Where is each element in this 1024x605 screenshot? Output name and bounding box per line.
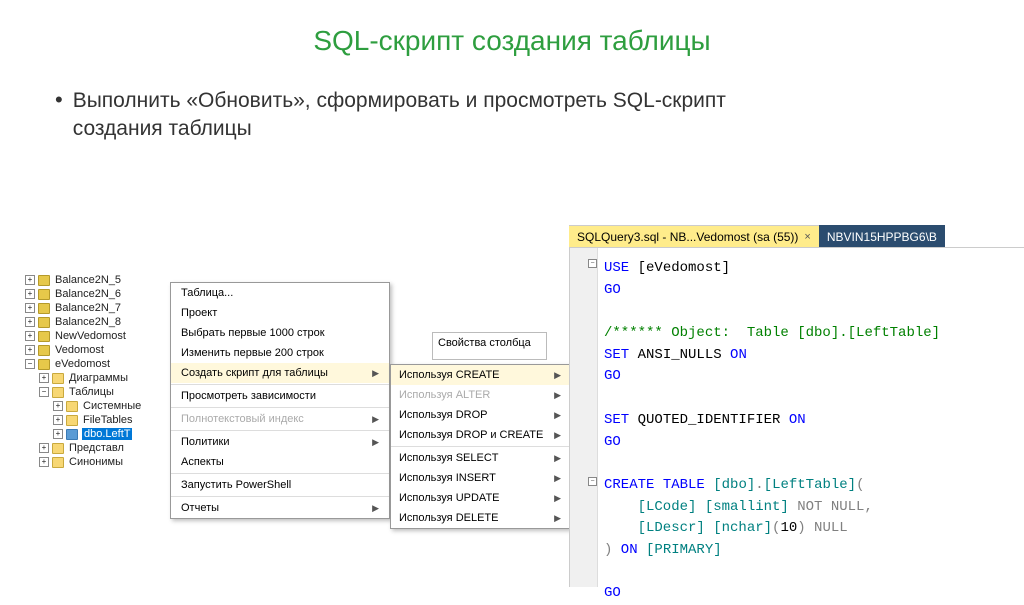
menu-fulltext: Полнотекстовый индекс▶ <box>171 409 389 429</box>
tree-folder[interactable]: +Системные <box>25 399 175 413</box>
chevron-right-icon: ▶ <box>554 430 561 441</box>
submenu-drop[interactable]: Используя DROP▶ <box>391 405 569 425</box>
folder-icon <box>52 373 64 384</box>
submenu-create[interactable]: Используя CREATE▶ <box>391 365 569 385</box>
expand-icon[interactable]: + <box>39 457 49 467</box>
submenu-dropcreate[interactable]: Используя DROP и CREATE▶ <box>391 425 569 445</box>
expand-icon[interactable]: + <box>25 331 35 341</box>
database-icon <box>38 359 50 370</box>
chevron-right-icon: ▶ <box>372 368 379 379</box>
database-icon <box>38 289 50 300</box>
separator <box>171 430 389 431</box>
chevron-right-icon: ▶ <box>554 453 561 464</box>
database-icon <box>38 303 50 314</box>
collapse-icon[interactable]: − <box>39 387 49 397</box>
menu-policies[interactable]: Политики▶ <box>171 432 389 452</box>
menu-table[interactable]: Таблица... <box>171 283 389 303</box>
tree-folder[interactable]: +Диаграммы <box>25 371 175 385</box>
submenu-update[interactable]: Используя UPDATE▶ <box>391 488 569 508</box>
tree-db[interactable]: +Vedomost <box>25 343 175 357</box>
submenu-select[interactable]: Используя SELECT▶ <box>391 448 569 468</box>
menu-dependencies[interactable]: Просмотреть зависимости <box>171 386 389 406</box>
folder-icon <box>52 457 64 468</box>
slide-title: SQL-скрипт создания таблицы <box>0 25 1024 57</box>
separator <box>391 446 569 447</box>
expand-icon[interactable]: + <box>25 345 35 355</box>
collapse-icon[interactable]: − <box>25 359 35 369</box>
database-icon <box>38 275 50 286</box>
folder-icon <box>66 415 78 426</box>
script-submenu[interactable]: Используя CREATE▶ Используя ALTER▶ Испол… <box>390 364 570 529</box>
fold-icon[interactable]: − <box>588 477 597 486</box>
chevron-right-icon: ▶ <box>554 493 561 504</box>
editor-tabs[interactable]: SQLQuery3.sql - NB...Vedomost (sa (55))×… <box>569 225 945 248</box>
expand-icon[interactable]: + <box>39 373 49 383</box>
submenu-delete[interactable]: Используя DELETE▶ <box>391 508 569 528</box>
menu-edit-top[interactable]: Изменить первые 200 строк <box>171 343 389 363</box>
chevron-right-icon: ▶ <box>554 370 561 381</box>
folder-icon <box>52 387 64 398</box>
chevron-right-icon: ▶ <box>554 513 561 524</box>
table-icon <box>66 429 78 440</box>
expand-icon[interactable]: + <box>39 443 49 453</box>
folder-icon <box>52 443 64 454</box>
chevron-right-icon: ▶ <box>554 410 561 421</box>
bullet-text: Выполнить «Обновить», сформировать и про… <box>73 87 803 144</box>
expand-icon[interactable]: + <box>53 415 63 425</box>
menu-project[interactable]: Проект <box>171 303 389 323</box>
tree-folder[interactable]: +Представл <box>25 441 175 455</box>
column-properties-label: Свойства столбца <box>432 332 547 360</box>
separator <box>171 384 389 385</box>
tree-db[interactable]: +Balance2N_6 <box>25 287 175 301</box>
separator <box>171 407 389 408</box>
menu-script-table[interactable]: Создать скрипт для таблицы▶ <box>171 363 389 383</box>
chevron-right-icon: ▶ <box>554 390 561 401</box>
menu-powershell[interactable]: Запустить PowerShell <box>171 475 389 495</box>
tree-db[interactable]: +Balance2N_7 <box>25 301 175 315</box>
expand-icon[interactable]: + <box>25 303 35 313</box>
tree-table-selected[interactable]: +dbo.LeftT <box>25 427 175 441</box>
expand-icon[interactable]: + <box>53 429 63 439</box>
bullet-item: Выполнить «Обновить», сформировать и про… <box>55 87 1024 144</box>
database-icon <box>38 317 50 328</box>
chevron-right-icon: ▶ <box>372 437 379 448</box>
tree-folder-open[interactable]: −Таблицы <box>25 385 175 399</box>
tree-db-open[interactable]: −eVedomost <box>25 357 175 371</box>
expand-icon[interactable]: + <box>53 401 63 411</box>
database-icon <box>38 345 50 356</box>
menu-facets[interactable]: Аспекты <box>171 452 389 472</box>
expand-icon[interactable]: + <box>25 275 35 285</box>
tab-inactive[interactable]: NBVIN15HPPBG6\B <box>819 225 945 248</box>
close-icon[interactable]: × <box>804 231 810 243</box>
tree-db[interactable]: +Balance2N_8 <box>25 315 175 329</box>
tree-folder[interactable]: +FileTables <box>25 413 175 427</box>
menu-select-top[interactable]: Выбрать первые 1000 строк <box>171 323 389 343</box>
code-gutter: − − <box>570 248 598 587</box>
tab-active[interactable]: SQLQuery3.sql - NB...Vedomost (sa (55))× <box>569 225 819 248</box>
context-menu[interactable]: Таблица... Проект Выбрать первые 1000 ст… <box>170 282 390 519</box>
sql-editor[interactable]: − − USE [eVedomost] GO /****** Object: T… <box>569 247 1024 587</box>
object-explorer-tree[interactable]: +Balance2N_5 +Balance2N_6 +Balance2N_7 +… <box>25 273 175 469</box>
submenu-insert[interactable]: Используя INSERT▶ <box>391 468 569 488</box>
expand-icon[interactable]: + <box>25 317 35 327</box>
chevron-right-icon: ▶ <box>372 414 379 425</box>
tree-folder[interactable]: +Синонимы <box>25 455 175 469</box>
separator <box>171 473 389 474</box>
tree-db[interactable]: +NewVedomost <box>25 329 175 343</box>
fold-icon[interactable]: − <box>588 259 597 268</box>
menu-reports[interactable]: Отчеты▶ <box>171 498 389 518</box>
expand-icon[interactable]: + <box>25 289 35 299</box>
submenu-alter: Используя ALTER▶ <box>391 385 569 405</box>
chevron-right-icon: ▶ <box>554 473 561 484</box>
database-icon <box>38 331 50 342</box>
tree-db[interactable]: +Balance2N_5 <box>25 273 175 287</box>
chevron-right-icon: ▶ <box>372 503 379 514</box>
separator <box>171 496 389 497</box>
code-content[interactable]: USE [eVedomost] GO /****** Object: Table… <box>604 258 940 605</box>
folder-icon <box>66 401 78 412</box>
